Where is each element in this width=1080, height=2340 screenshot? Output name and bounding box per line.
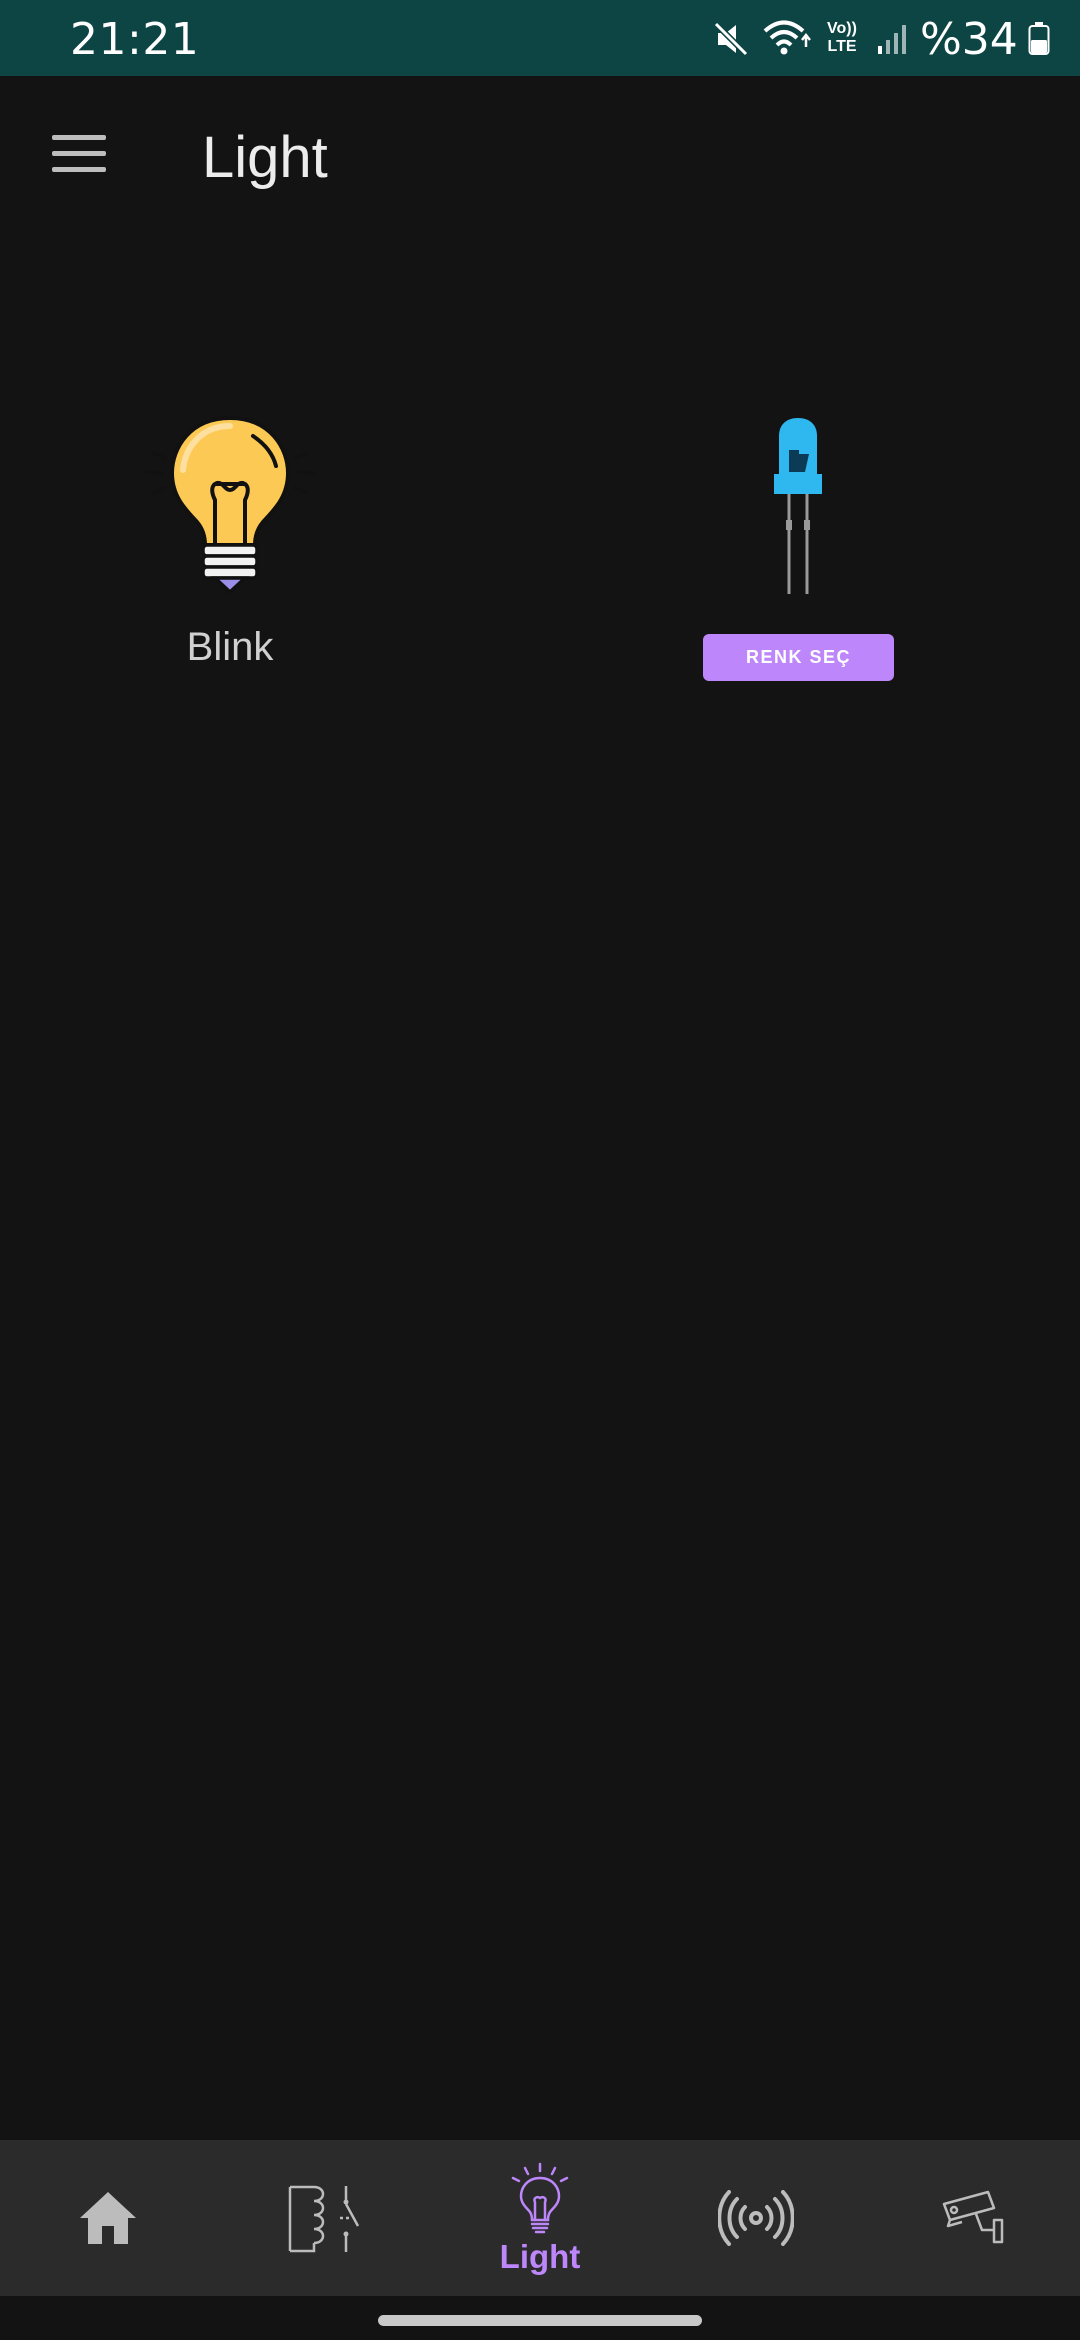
nav-item-light[interactable]: Light bbox=[432, 2140, 648, 2296]
light-bulb-icon bbox=[145, 415, 315, 595]
menu-line bbox=[52, 150, 106, 156]
status-icons: Vo)) LTE %34 bbox=[640, 0, 1080, 76]
blink-label: Blink bbox=[186, 625, 274, 669]
hamburger-menu-icon[interactable] bbox=[44, 121, 114, 185]
led-diode-icon bbox=[774, 418, 822, 594]
app-bar: Light bbox=[0, 76, 1080, 246]
light-bulb-icon bbox=[511, 2162, 569, 2234]
wifi-icon bbox=[763, 20, 811, 55]
battery-icon bbox=[1028, 22, 1050, 55]
relay-icon bbox=[288, 2185, 360, 2253]
status-time: 21:21 bbox=[70, 14, 200, 65]
led-tile: RENK SEÇ bbox=[700, 400, 900, 690]
home-icon bbox=[80, 2192, 136, 2244]
page-title: Light bbox=[202, 125, 328, 190]
bottom-navigation: Light bbox=[0, 2140, 1080, 2296]
menu-line bbox=[52, 166, 106, 172]
signal-broadcast-icon bbox=[718, 2190, 794, 2246]
mute-icon bbox=[713, 21, 749, 57]
blink-tile[interactable]: Blink bbox=[130, 400, 330, 690]
nav-item-relay[interactable] bbox=[216, 2140, 432, 2296]
signal-icon bbox=[878, 25, 906, 54]
menu-line bbox=[52, 134, 106, 140]
status-bar: 21:21 Vo)) LTE %34 bbox=[0, 0, 1080, 76]
gesture-bar[interactable] bbox=[378, 2315, 702, 2326]
choose-color-button[interactable]: RENK SEÇ bbox=[703, 634, 894, 681]
battery-percent: %34 bbox=[920, 14, 1018, 65]
nav-item-camera[interactable] bbox=[864, 2140, 1080, 2296]
volte-lte-icon: Vo)) LTE bbox=[827, 20, 857, 55]
screen: 21:21 Vo)) LTE %34 Light Blink RENK SEÇ … bbox=[0, 0, 1080, 2340]
nav-item-signal[interactable] bbox=[648, 2140, 864, 2296]
nav-item-home[interactable] bbox=[0, 2140, 216, 2296]
security-camera-icon bbox=[942, 2190, 1004, 2244]
nav-item-label: Light bbox=[499, 2238, 581, 2275]
